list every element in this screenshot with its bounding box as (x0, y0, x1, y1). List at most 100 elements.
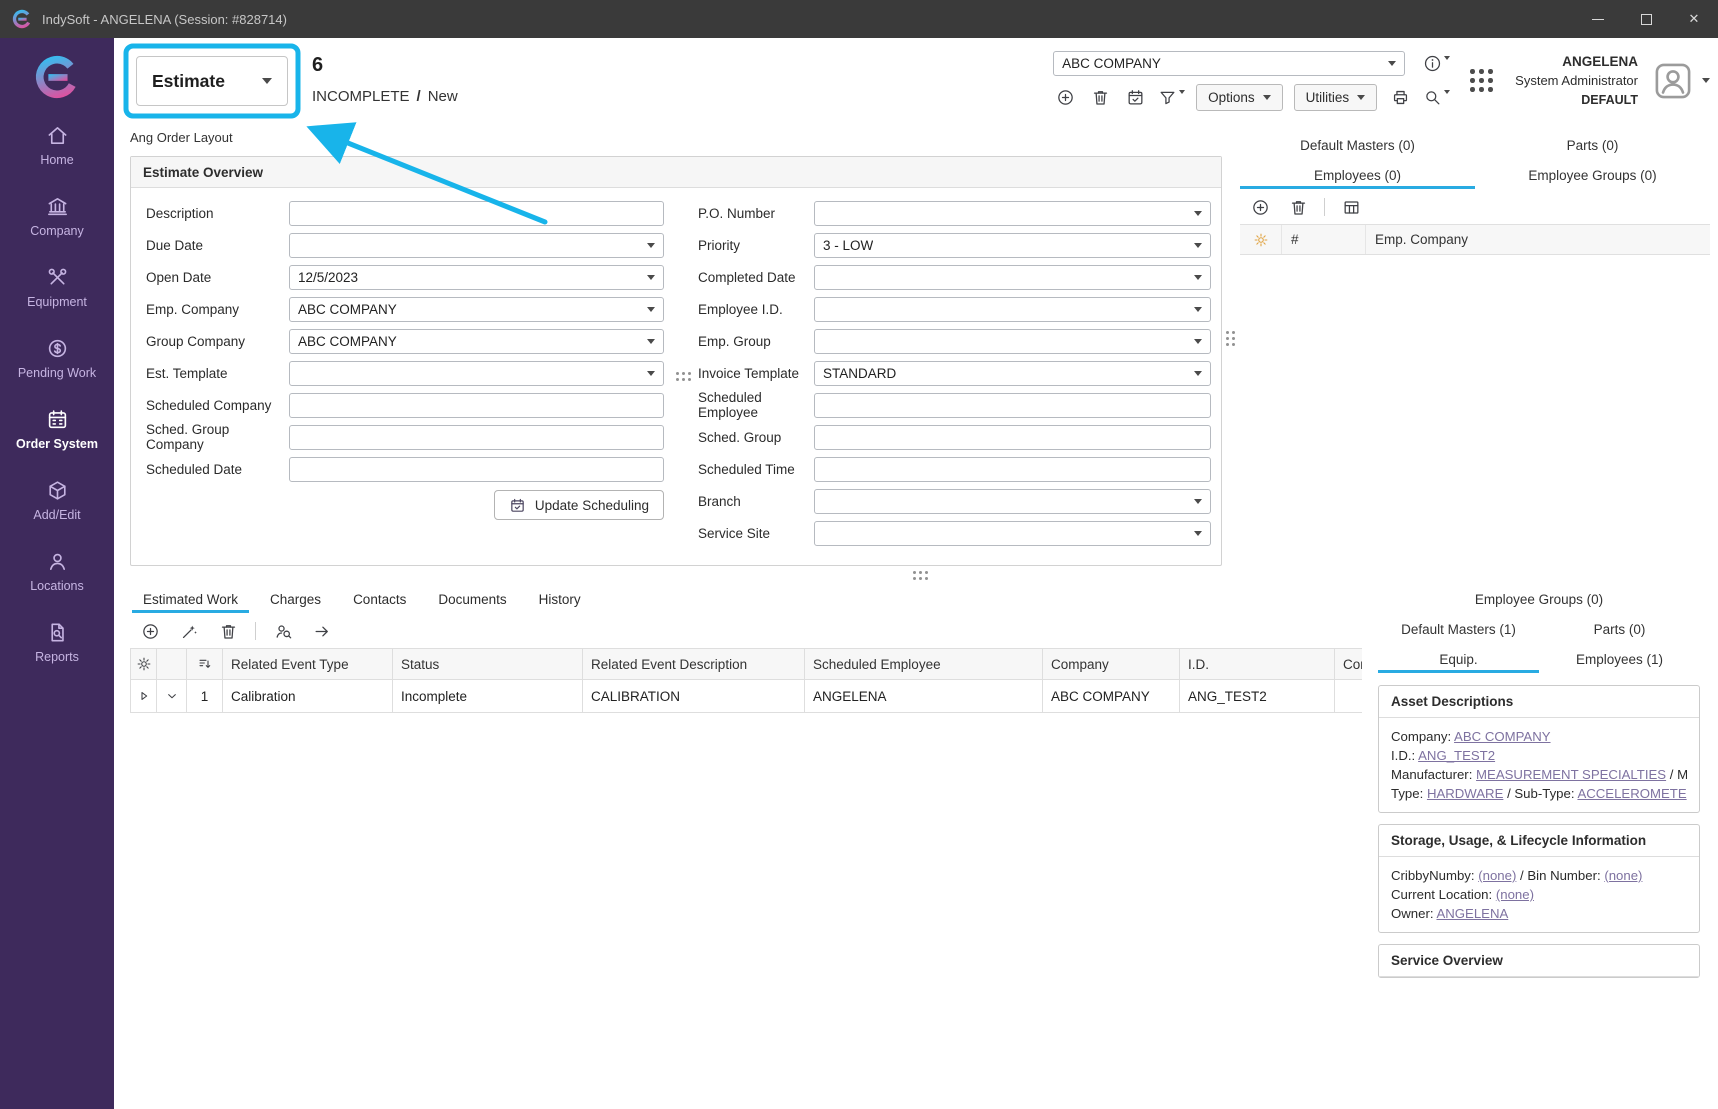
sidebar-item-home[interactable]: Home (0, 110, 114, 181)
tab-history[interactable]: History (526, 584, 594, 614)
row-expander[interactable] (131, 680, 157, 713)
cell-status[interactable]: Incomplete (393, 680, 583, 713)
add-work-button[interactable] (138, 619, 162, 643)
tab-equip[interactable]: Equip. (1378, 644, 1539, 674)
scheduled-time-input[interactable] (814, 457, 1211, 482)
info-menu-button[interactable] (1423, 54, 1450, 73)
close-button[interactable]: ✕ (1670, 0, 1718, 38)
minimize-button[interactable] (1574, 0, 1622, 38)
cell-id[interactable]: ANG_TEST2 (1180, 680, 1335, 713)
tab-parts[interactable]: Parts (0) (1475, 130, 1710, 160)
asset-company-link[interactable]: ABC COMPANY (1454, 729, 1550, 744)
cell-related-event-description[interactable]: CALIBRATION (583, 680, 805, 713)
column-header-status[interactable]: Status (393, 649, 583, 680)
current-location-link[interactable]: (none) (1496, 887, 1534, 902)
column-header-related-event-type[interactable]: Related Event Type (223, 649, 393, 680)
horizontal-splitter[interactable] (130, 566, 1710, 584)
assign-employee-button[interactable] (271, 619, 295, 643)
sidebar-item-pending-work[interactable]: Pending Work (0, 323, 114, 394)
scheduled-company-input[interactable] (289, 393, 664, 418)
group-company-select[interactable]: ABC COMPANY (289, 329, 664, 354)
sidebar-item-add-edit[interactable]: Add/Edit (0, 465, 114, 536)
chevron-down-icon[interactable] (1702, 78, 1710, 83)
cell-scheduled-employee[interactable]: ANGELENA (805, 680, 1043, 713)
tab-employee-groups-lower[interactable]: Employee Groups (0) (1378, 584, 1700, 614)
avatar[interactable] (1652, 60, 1694, 102)
print-button[interactable] (1388, 85, 1412, 109)
search-menu-button[interactable] (1423, 88, 1450, 107)
row-dropdown[interactable] (157, 680, 187, 713)
apps-grid-icon[interactable] (1470, 69, 1493, 92)
column-header-com[interactable]: Com (1335, 649, 1363, 680)
emp-company-select[interactable]: ABC COMPANY (289, 297, 664, 322)
delete-button[interactable] (1088, 85, 1112, 109)
est-template-select[interactable] (289, 361, 664, 386)
cribby-link[interactable]: (none) (1478, 868, 1516, 883)
bin-number-link[interactable]: (none) (1604, 868, 1642, 883)
company-selector[interactable]: ABC COMPANY (1053, 51, 1405, 76)
asset-subtype-link[interactable]: ACCELEROMETE (1577, 786, 1686, 801)
sched-group-input[interactable] (814, 425, 1211, 450)
tab-default-masters-lower[interactable]: Default Masters (1) (1378, 614, 1539, 644)
table-view-button[interactable] (1339, 195, 1363, 219)
filter-menu-button[interactable] (1158, 88, 1185, 107)
forward-button[interactable] (310, 619, 334, 643)
asset-manufacturer-link[interactable]: MEASUREMENT SPECIALTIES (1476, 767, 1666, 782)
priority-select[interactable]: 3 - LOW (814, 233, 1211, 258)
sidebar-item-reports[interactable]: Reports (0, 607, 114, 678)
options-button[interactable]: Options (1196, 84, 1283, 111)
column-header-company[interactable]: Company (1043, 649, 1180, 680)
column-splitter-handle[interactable] (676, 372, 691, 381)
tab-employees[interactable]: Employees (0) (1240, 160, 1475, 190)
tab-charges[interactable]: Charges (257, 584, 334, 614)
column-settings-header[interactable] (1240, 225, 1282, 254)
tab-contacts[interactable]: Contacts (340, 584, 419, 614)
tab-employee-groups[interactable]: Employee Groups (0) (1475, 160, 1710, 190)
sidebar-item-company[interactable]: Company (0, 181, 114, 252)
sidebar-item-equipment[interactable]: Equipment (0, 252, 114, 323)
sidebar-item-order-system[interactable]: Order System (0, 394, 114, 465)
auto-generate-button[interactable] (177, 619, 201, 643)
branch-select[interactable] (814, 489, 1211, 514)
tab-estimated-work[interactable]: Estimated Work (130, 584, 251, 614)
add-button[interactable] (1053, 85, 1077, 109)
panel-splitter-handle[interactable] (1226, 331, 1235, 346)
due-date-select[interactable] (289, 233, 664, 258)
tab-employees-lower[interactable]: Employees (1) (1539, 644, 1700, 674)
add-employee-button[interactable] (1248, 195, 1272, 219)
utilities-button[interactable]: Utilities (1294, 84, 1378, 111)
record-type-dropdown[interactable]: Estimate (136, 56, 288, 106)
delete-employee-button[interactable] (1286, 195, 1310, 219)
tab-default-masters[interactable]: Default Masters (0) (1240, 130, 1475, 160)
column-settings-header[interactable] (131, 649, 157, 680)
cell-related-event-type[interactable]: Calibration (223, 680, 393, 713)
update-scheduling-button[interactable]: Update Scheduling (494, 490, 664, 520)
column-header-scheduled-employee[interactable]: Scheduled Employee (805, 649, 1043, 680)
asset-id-link[interactable]: ANG_TEST2 (1418, 748, 1495, 763)
delete-work-button[interactable] (216, 619, 240, 643)
description-input[interactable] (289, 201, 664, 226)
cell-com[interactable] (1335, 680, 1363, 713)
table-row[interactable]: 1 Calibration Incomplete CALIBRATION ANG… (131, 680, 1363, 713)
schedule-button[interactable] (1123, 85, 1147, 109)
scheduled-date-input[interactable] (289, 457, 664, 482)
sort-column-header[interactable] (187, 649, 223, 680)
cell-company[interactable]: ABC COMPANY (1043, 680, 1180, 713)
asset-type-link[interactable]: HARDWARE (1427, 786, 1503, 801)
sidebar-item-locations[interactable]: Locations (0, 536, 114, 607)
employee-id-select[interactable] (814, 297, 1211, 322)
open-date-select[interactable]: 12/5/2023 (289, 265, 664, 290)
sched-group-company-input[interactable] (289, 425, 664, 450)
emp-group-select[interactable] (814, 329, 1211, 354)
maximize-button[interactable] (1622, 0, 1670, 38)
po-number-select[interactable] (814, 201, 1211, 226)
completed-date-select[interactable] (814, 265, 1211, 290)
column-header-emp-company[interactable]: Emp. Company (1366, 225, 1710, 254)
owner-link[interactable]: ANGELENA (1436, 906, 1508, 921)
invoice-template-select[interactable]: STANDARD (814, 361, 1211, 386)
column-header-id[interactable]: I.D. (1180, 649, 1335, 680)
service-site-select[interactable] (814, 521, 1211, 546)
column-header-number[interactable]: # (1282, 225, 1366, 254)
tab-parts-lower[interactable]: Parts (0) (1539, 614, 1700, 644)
scheduled-employee-input[interactable] (814, 393, 1211, 418)
